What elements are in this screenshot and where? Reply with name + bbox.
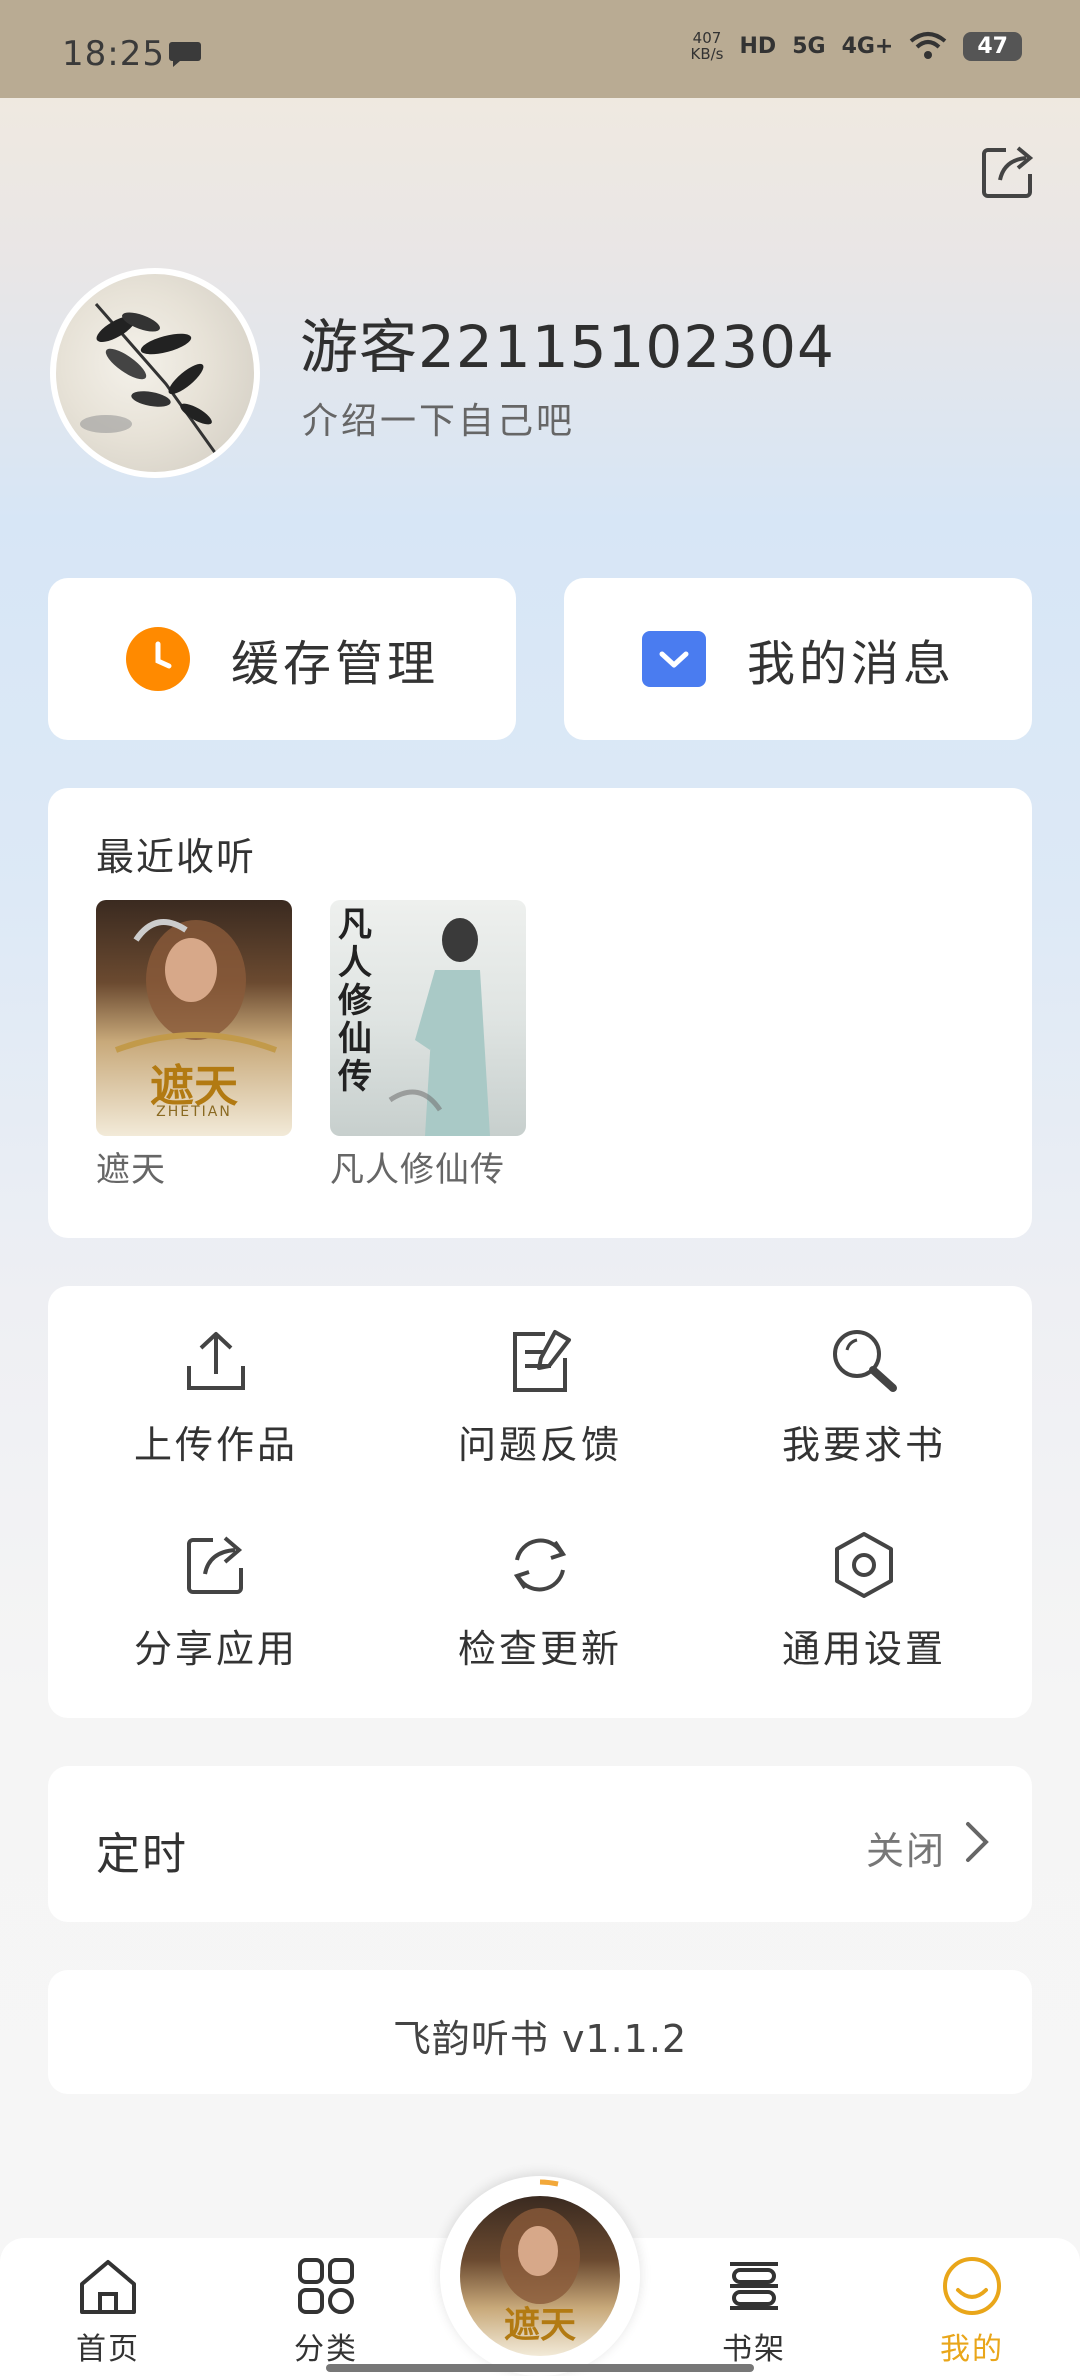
settings-label: 通用设置 xyxy=(781,1627,946,1671)
search-icon xyxy=(833,1330,897,1392)
book-title: 遮天 xyxy=(96,1150,166,1190)
tools-card: 上传作品 问题反馈 我要求书 分享应用 检查更新 通用设置 xyxy=(48,1286,1032,1718)
request-book-label: 我要求书 xyxy=(781,1423,946,1467)
recent-book-item[interactable]: 遮天 ZHETIAN 遮天 xyxy=(96,900,292,1191)
cache-management-label: 缓存管理 xyxy=(230,636,439,692)
bio-text[interactable]: 介绍一下自己吧 xyxy=(302,392,575,444)
version-card: 飞韵听书 v1.1.2 xyxy=(48,1970,1032,2094)
profile-icon xyxy=(943,2257,1001,2315)
recent-title: 最近收听 xyxy=(96,835,257,879)
share-icon xyxy=(187,1536,243,1594)
status-bar: 18:25 407 KB/s HD 5G 4G+ 47 xyxy=(0,0,1080,98)
my-messages-button[interactable]: 我的消息 xyxy=(564,578,1032,740)
nav-home[interactable]: 首页 xyxy=(48,2238,168,2368)
nav-category-label: 分类 xyxy=(294,2332,358,2367)
avatar[interactable] xyxy=(50,268,260,478)
ink-painting-image xyxy=(80,303,218,455)
status-indicators: 407 KB/s HD 5G 4G+ 47 xyxy=(690,29,1022,63)
share-app-label: 分享应用 xyxy=(133,1627,298,1671)
feedback-button[interactable]: 问题反馈 xyxy=(372,1326,708,1469)
chat-icon xyxy=(169,42,201,67)
cover-title-fanren: 凡人修仙传 xyxy=(338,905,372,1097)
check-update-button[interactable]: 检查更新 xyxy=(372,1530,708,1673)
settings-icon xyxy=(835,1532,893,1598)
recent-listening-card: 最近收听 遮天 ZHETIAN 遮天 凡人修仙传 凡人修仙传 xyxy=(48,788,1032,1238)
network-speed: 407 KB/s xyxy=(690,29,724,63)
status-time: 18:25 xyxy=(62,34,165,74)
chevron-right-icon xyxy=(966,1822,989,1862)
upload-icon xyxy=(187,1332,245,1390)
nav-bookshelf[interactable]: 书架 xyxy=(694,2238,814,2368)
signal-4g: 4G+ xyxy=(841,33,894,59)
progress-ring xyxy=(539,2179,559,2187)
nav-category[interactable]: 分类 xyxy=(266,2238,386,2368)
request-book-button[interactable]: 我要求书 xyxy=(696,1326,1032,1469)
home-icon xyxy=(80,2260,136,2314)
signal-5g: 5G xyxy=(792,33,826,59)
nav-mine[interactable]: 我的 xyxy=(912,2238,1032,2368)
book-title: 凡人修仙传 xyxy=(330,1150,505,1190)
cache-management-button[interactable]: 缓存管理 xyxy=(48,578,516,740)
timer-label: 定时 xyxy=(96,1829,188,1880)
settings-button[interactable]: 通用设置 xyxy=(696,1530,1032,1673)
upload-work-button[interactable]: 上传作品 xyxy=(48,1326,384,1469)
edit-icon xyxy=(513,1330,571,1392)
username[interactable]: 游客22115102304 xyxy=(300,300,835,384)
share-icon[interactable] xyxy=(980,142,1038,200)
timer-row[interactable]: 定时 关闭 xyxy=(48,1766,1032,1922)
app-version: 飞韵听书 v1.1.2 xyxy=(392,2017,688,2061)
check-update-label: 检查更新 xyxy=(457,1627,622,1671)
book-cover-fanren: 凡人修仙传 xyxy=(330,900,526,1136)
refresh-icon xyxy=(513,1538,567,1592)
hd-indicator: HD xyxy=(739,33,777,59)
recent-book-item[interactable]: 凡人修仙传 凡人修仙传 xyxy=(330,900,526,1191)
my-messages-label: 我的消息 xyxy=(746,636,955,692)
home-indicator[interactable] xyxy=(326,2364,754,2372)
nav-home-label: 首页 xyxy=(76,2332,140,2367)
now-playing-disc[interactable]: 遮天 xyxy=(440,2176,640,2376)
message-icon xyxy=(641,626,707,692)
wifi-icon xyxy=(910,32,947,59)
feedback-label: 问题反馈 xyxy=(457,1423,622,1467)
share-app-button[interactable]: 分享应用 xyxy=(48,1530,384,1673)
clock-icon xyxy=(125,626,191,692)
upload-work-label: 上传作品 xyxy=(133,1423,298,1467)
timer-value: 关闭 xyxy=(865,1829,946,1873)
bookshelf-icon xyxy=(730,2262,778,2310)
battery-indicator: 47 xyxy=(963,31,1022,61)
nav-bookshelf-label: 书架 xyxy=(722,2332,786,2367)
category-icon xyxy=(298,2258,354,2314)
nav-mine-label: 我的 xyxy=(940,2332,1004,2367)
cover-subtitle-zhetian: ZHETIAN xyxy=(156,1104,232,1120)
book-cover-zhetian: 遮天 ZHETIAN xyxy=(96,900,292,1136)
